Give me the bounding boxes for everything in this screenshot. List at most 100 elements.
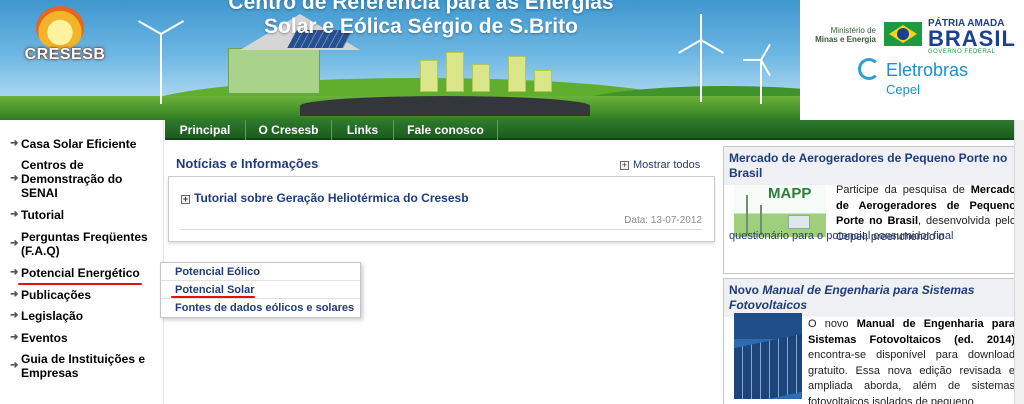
site-title-line2: Solar e Eólica Sérgio de S.Brito xyxy=(264,15,578,38)
banner-building xyxy=(534,70,552,92)
eletrobras-mark-icon xyxy=(858,58,880,80)
manual-cover-image[interactable] xyxy=(734,313,802,399)
questionnaire-link[interactable]: questionário para o potencial consumidor… xyxy=(729,230,953,242)
sidebar-item-label: Publicações xyxy=(21,288,92,302)
nav-tab-fale-conosco[interactable]: Fale conosco xyxy=(394,120,498,140)
cresesb-logo[interactable]: CRESESB xyxy=(25,6,105,63)
banner-road xyxy=(300,96,590,116)
motto-line2: BRASIL xyxy=(928,26,1016,51)
mapp-box-link-wrap: questionário para o potencial consumidor… xyxy=(729,229,1015,245)
banner-building xyxy=(446,52,464,92)
sidebar-item-tutorial[interactable]: ➜ Tutorial xyxy=(10,208,160,222)
news-item-date: Data: 13-07-2012 xyxy=(624,215,702,226)
ministry-label: Ministério de Minas e Energia xyxy=(814,26,876,44)
plus-icon: + xyxy=(620,160,629,170)
sidebar-item-potencial-energetico[interactable]: ➜ Potencial Energético xyxy=(10,266,160,280)
banner-building xyxy=(508,56,526,92)
house-graphic xyxy=(788,215,810,229)
annotation-underline xyxy=(18,283,142,285)
arrow-right-icon: ➜ xyxy=(10,173,19,184)
sidebar-item-label: Legislação xyxy=(21,309,84,323)
page-scrollbar[interactable] xyxy=(1014,120,1024,404)
wind-turbine-blade xyxy=(677,39,702,54)
manual-body-text: encontra-se disponível para download gra… xyxy=(808,349,1015,404)
wind-turbine-blade xyxy=(743,59,761,61)
sidebar-item-label: Tutorial xyxy=(21,208,65,222)
sidebar-item-label: Guia de Instituições e Empresas xyxy=(21,352,146,380)
sidebar-item-label: Centros de Demonstração do SENAI xyxy=(21,158,123,200)
arrow-right-icon: ➜ xyxy=(10,238,19,249)
eletrobras-logo[interactable]: Eletrobras Cepel xyxy=(858,56,988,100)
sidebar-item-label: Potencial Energético xyxy=(21,266,140,280)
wind-turbine-blade xyxy=(160,20,185,35)
arrow-right-icon: ➜ xyxy=(10,332,19,343)
sidebar-item-label: Eventos xyxy=(21,331,68,345)
arrow-right-icon: ➜ xyxy=(10,360,19,371)
government-motto: PÁTRIA AMADA BRASIL GOVERNO FEDERAL xyxy=(928,18,1016,55)
banner-house xyxy=(228,48,320,94)
plus-icon: + xyxy=(181,194,190,204)
nav-tab-o-cresesb[interactable]: O Cresesb xyxy=(246,120,332,140)
wind-turbine-blade xyxy=(160,34,162,60)
mapp-box-title[interactable]: Mercado de Aerogeradores de Pequeno Port… xyxy=(724,147,1020,185)
manual-news-box: Novo Manual de Engenharia para Sistemas … xyxy=(723,278,1021,404)
manual-body-text: O novo xyxy=(808,318,849,330)
nav-tab-links[interactable]: Links xyxy=(332,120,394,140)
eletrobras-name: Eletrobras xyxy=(886,60,969,80)
sidebar-item-publicacoes[interactable]: ➜ Publicações xyxy=(10,288,160,302)
sidebar-item-label: Casa Solar Eficiente xyxy=(21,137,137,151)
header-banner: CRESESB Centro de Referência para as Ene… xyxy=(0,0,1024,120)
wind-turbine-graphic xyxy=(700,40,702,102)
sidebar-item-label: Perguntas Freqüentes (F.A.Q) xyxy=(21,230,148,258)
site-title: Centro de Referência para as Energias So… xyxy=(226,0,616,39)
sidebar-item-casa-solar[interactable]: ➜ Casa Solar Eficiente xyxy=(10,137,160,151)
mapp-image-text: MAPP xyxy=(768,185,812,202)
sidebar-item-eventos[interactable]: ➜ Eventos xyxy=(10,331,160,345)
page: CRESESB Centro de Referência para as Ene… xyxy=(0,0,1024,404)
manual-box-body: O novo Manual de Engenharia para Sistema… xyxy=(808,317,1015,404)
site-title-line1: Centro de Referência para as Energias xyxy=(228,0,614,14)
show-all-link[interactable]: + Mostrar todos xyxy=(620,159,700,171)
eletrobras-sub: Cepel xyxy=(886,82,920,97)
wind-turbine-blade xyxy=(700,39,725,54)
sidebar-item-faq[interactable]: ➜ Perguntas Freqüentes (F.A.Q) xyxy=(10,230,160,258)
brazil-flag-icon xyxy=(884,22,922,46)
manual-title-italic: Manual de Engenharia para Sistemas Fotov… xyxy=(729,283,975,312)
sun-logo-icon xyxy=(36,6,84,50)
wind-turbine-blade xyxy=(137,20,162,35)
solar-panel-graphic xyxy=(734,333,802,399)
cresesb-logo-text: CRESESB xyxy=(24,46,106,63)
arrow-right-icon: ➜ xyxy=(10,289,19,300)
sidebar-item-centros-demonstracao[interactable]: ➜ Centros de Demonstração do SENAI xyxy=(10,158,150,200)
news-section-title: Notícias e Informações xyxy=(176,156,319,171)
banner-building xyxy=(420,60,438,92)
sidebar-item-legislacao[interactable]: ➜ Legislação xyxy=(10,309,160,323)
wind-turbine-graphic xyxy=(760,60,762,104)
news-box: + Tutorial sobre Geração Heliotérmica do … xyxy=(168,176,715,242)
news-item-link[interactable]: + Tutorial sobre Geração Heliotérmica do … xyxy=(181,191,469,205)
wind-turbine-blade xyxy=(760,43,771,61)
news-item-title: Tutorial sobre Geração Heliotérmica do C… xyxy=(194,191,469,205)
main-navigation: Principal O Cresesb Links Fale conosco xyxy=(165,120,1024,140)
divider xyxy=(181,229,702,230)
submenu-item-potencial-eolico[interactable]: Potencial Eólico xyxy=(161,263,360,281)
wind-turbine-blade xyxy=(700,14,702,40)
manual-title-pre: Novo xyxy=(729,283,759,297)
government-logos: Ministério de Minas e Energia PÁTRIA AMA… xyxy=(800,0,1024,120)
mapp-body-text: Participe da pesquisa de xyxy=(836,184,965,196)
sidebar-item-guia-instituicoes[interactable]: ➜ Guia de Instituições e Empresas xyxy=(10,352,150,380)
ministry-line2: Minas e Energia xyxy=(815,35,876,44)
show-all-label: Mostrar todos xyxy=(633,159,701,171)
nav-tab-principal[interactable]: Principal xyxy=(165,120,246,140)
submenu-item-fontes-dados[interactable]: Fontes de dados eólicos e solares xyxy=(161,299,360,317)
arrow-right-icon: ➜ xyxy=(10,209,19,220)
ministry-line1: Ministério de xyxy=(830,26,876,35)
annotation-underline xyxy=(171,296,255,298)
manual-box-title[interactable]: Novo Manual de Engenharia para Sistemas … xyxy=(724,279,1020,317)
banner-building xyxy=(472,64,490,92)
arrow-right-icon: ➜ xyxy=(10,267,19,278)
potencial-submenu: Potencial Eólico Potencial Solar Fontes … xyxy=(160,262,361,318)
arrow-right-icon: ➜ xyxy=(10,138,19,149)
mapp-news-box: Mercado de Aerogeradores de Pequeno Port… xyxy=(723,146,1021,274)
arrow-right-icon: ➜ xyxy=(10,310,19,321)
